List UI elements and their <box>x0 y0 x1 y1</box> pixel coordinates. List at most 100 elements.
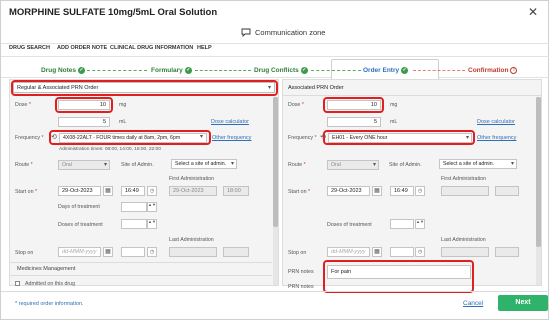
other-frequency-link[interactable]: Other frequency <box>212 135 251 141</box>
prn-route-label: Route * <box>288 162 306 168</box>
clock-icon[interactable]: ◷ <box>415 186 425 196</box>
step-connector <box>311 70 361 71</box>
first-admin-time: 18:00 <box>223 186 249 196</box>
warning-icon: ! <box>510 67 518 74</box>
scrollbar-thumb-left[interactable] <box>273 97 278 227</box>
order-dialog: MORPHINE SULFATE 10mg/5mL Oral Solution … <box>0 0 549 320</box>
step-order-entry-label: Order Entry <box>363 67 400 75</box>
prn-doses-input[interactable] <box>390 219 414 229</box>
calendar-icon[interactable]: ▦ <box>372 247 382 257</box>
required-note: * required order information. <box>15 301 84 307</box>
prn-route-select[interactable]: Oral ▾ <box>327 160 379 170</box>
menu-drug-search[interactable]: DRUG SEARCH <box>9 45 50 51</box>
prn-dose-ml-input[interactable]: 5 <box>327 117 381 127</box>
prn-dose-label: Dose * <box>288 102 304 108</box>
highlight-order-type <box>11 80 278 96</box>
prn-stop-label: Stop on <box>288 250 307 256</box>
prn-dose-calculator-link[interactable]: Dose calculator <box>477 119 515 125</box>
step-formulary[interactable]: Formulary ✓ <box>151 67 192 74</box>
prn-start-date-input[interactable]: 29-Oct-2023 <box>327 186 370 196</box>
stop-time-input[interactable] <box>121 247 145 257</box>
calendar-icon[interactable]: ▦ <box>372 186 382 196</box>
stepper-icon[interactable]: ▲▼ <box>147 202 157 212</box>
step-confirmation[interactable]: Confirmation! <box>468 67 518 75</box>
start-date-input[interactable]: 29-Oct-2023 <box>58 186 101 196</box>
menu-add-order-note[interactable]: ADD ORDER NOTE <box>57 45 107 51</box>
clock-icon[interactable]: ◷ <box>147 247 157 257</box>
step-formulary-label: Formulary <box>151 67 183 75</box>
communication-zone-label: Communication zone <box>255 28 326 37</box>
start-label: Start on * <box>15 189 38 195</box>
stop-date-input[interactable]: dd-MMM-yyyy <box>58 247 101 257</box>
scrollbar-thumb-right[interactable] <box>536 97 541 247</box>
first-admin-label: First Administration <box>169 176 215 182</box>
route-select[interactable]: Oral ▾ <box>58 160 110 170</box>
step-drug-notes[interactable]: Drug Notes ✓ <box>41 67 86 74</box>
highlight-prn-notes <box>323 260 474 293</box>
prn-start-label: Start on * <box>288 189 311 195</box>
prn-stop-time-input[interactable] <box>390 247 414 257</box>
cancel-button[interactable]: Cancel <box>463 300 483 307</box>
chevron-down-icon: ▾ <box>230 161 234 167</box>
step-drug-conflicts[interactable]: Drug Conflicts ✓ <box>254 67 308 74</box>
prn-site-value: Select a site of admin. <box>443 161 495 167</box>
prn-other-frequency-link[interactable]: Other frequency <box>477 135 516 141</box>
dialog-title: MORPHINE SULFATE 10mg/5mL Oral Solution <box>9 7 218 18</box>
prn-site-select[interactable]: Select a site of admin. ▾ <box>439 159 517 169</box>
days-input[interactable] <box>121 202 147 212</box>
dose-unit: mg <box>119 102 127 108</box>
section-divider <box>283 95 541 96</box>
chat-bubble-icon <box>241 28 251 37</box>
doses-label: Doses of treatment <box>58 222 103 228</box>
stop-label: Stop on <box>15 250 34 256</box>
prn-stop-date-input[interactable]: dd-MMM-yyyy <box>327 247 370 257</box>
close-icon[interactable]: ✕ <box>528 5 538 19</box>
route-label: Route * <box>15 162 33 168</box>
step-drug-conflicts-label: Drug Conflicts <box>254 67 299 75</box>
next-button[interactable]: Next <box>498 295 548 311</box>
last-admin-time <box>223 247 249 257</box>
prn-first-admin-date <box>441 186 489 196</box>
dose-calculator-link[interactable]: Dose calculator <box>211 119 249 125</box>
prn-doses-label: Doses of treatment <box>327 222 372 228</box>
dose-ml-input[interactable]: 5 <box>58 117 110 127</box>
highlight-dose <box>55 97 113 113</box>
check-icon: ✓ <box>401 67 409 74</box>
step-connector <box>413 70 465 71</box>
prn-first-admin-label: First Administration <box>441 176 487 182</box>
last-admin-date <box>169 247 217 257</box>
clock-icon[interactable]: ◷ <box>147 186 157 196</box>
prn-start-time-input[interactable]: 16:49 <box>390 186 414 196</box>
frequency-label: Frequency * <box>15 135 44 141</box>
menu-help[interactable]: HELP <box>197 45 212 51</box>
highlight-prn-frequency <box>323 130 475 145</box>
route-value: Oral <box>62 162 72 168</box>
prn-pane-header: Associated PRN Order <box>288 85 344 91</box>
start-time-input[interactable]: 16:49 <box>121 186 145 196</box>
footer-divider <box>1 291 549 292</box>
prn-dose-ml-unit: mL <box>390 119 398 125</box>
calendar-icon[interactable]: ▦ <box>103 186 113 196</box>
highlight-frequency <box>49 130 211 145</box>
communication-zone[interactable]: Communication zone <box>241 28 325 37</box>
prn-frequency-label: Frequency * <box>288 135 317 141</box>
menu-clinical-drug-information[interactable]: CLINICAL DRUG INFORMATION <box>110 45 193 51</box>
chevron-down-icon: ▾ <box>103 162 107 168</box>
dose-label: Dose * <box>15 102 31 108</box>
stepper-icon[interactable]: ▲▼ <box>147 219 157 229</box>
site-label: Site of Admin. <box>121 162 154 168</box>
site-select[interactable]: Select a site of admin. ▾ <box>171 159 237 169</box>
calendar-icon[interactable]: ▦ <box>103 247 113 257</box>
section-divider <box>10 262 272 263</box>
admitted-checkbox[interactable] <box>15 281 20 286</box>
clock-icon[interactable]: ◷ <box>415 247 425 257</box>
medicines-management-heading: Medicines Management <box>17 266 76 272</box>
step-order-entry[interactable]: Order Entry ✓ <box>363 67 409 75</box>
chevron-down-icon: ▾ <box>510 161 514 167</box>
check-icon: ✓ <box>300 67 308 74</box>
doses-input[interactable] <box>121 219 147 229</box>
prn-notes-label: PRN notes <box>288 269 314 275</box>
stepper-icon[interactable]: ▲▼ <box>415 219 425 229</box>
step-confirmation-label: Confirmation <box>468 67 509 75</box>
prn-site-label: Site of Admin. <box>389 162 422 168</box>
